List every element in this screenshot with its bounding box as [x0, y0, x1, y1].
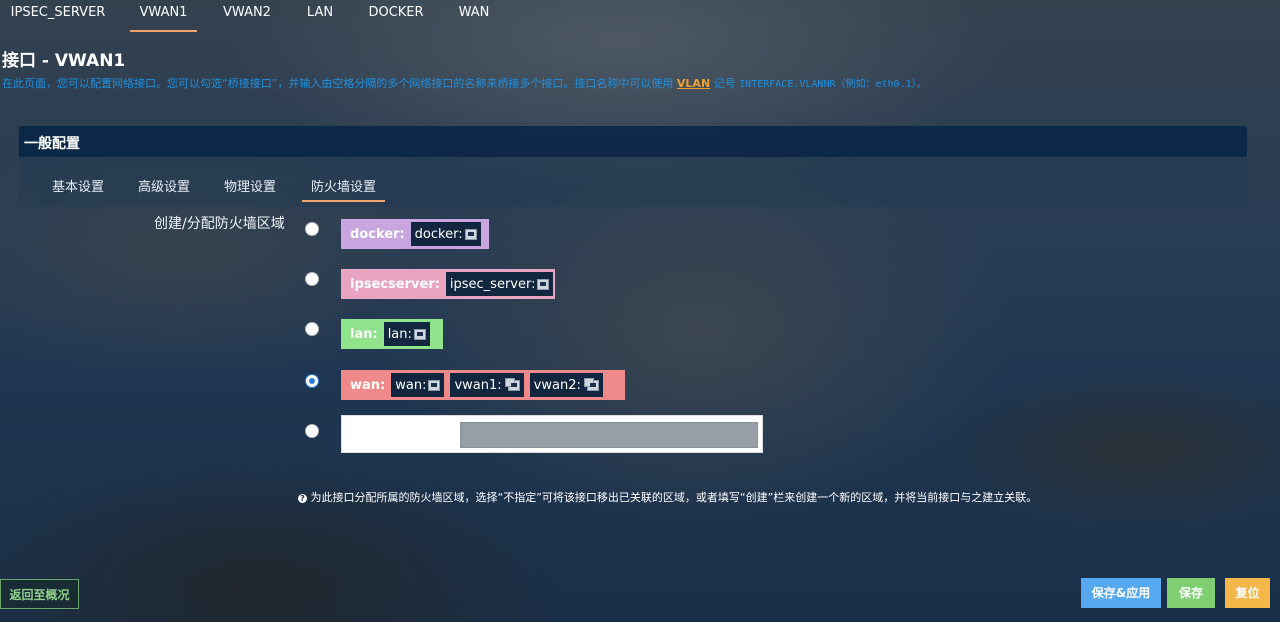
interface-label: ipsec_server:: [449, 276, 536, 292]
zone-option-lan[interactable]: lan: lan:: [341, 319, 443, 349]
tab-vwan2[interactable]: VWAN2: [214, 0, 280, 30]
page-description: 在此页面，您可以配置网络接口。您可以勾选“桥接接口”，并输入由空格分隔的多个网络…: [2, 75, 927, 91]
interface-label: vwan2:: [533, 377, 581, 393]
zone-option-wan[interactable]: wan: wan: vwan1: vwan2:: [341, 370, 625, 400]
subtab-advanced[interactable]: 高级设置: [138, 176, 190, 200]
zone-name: docker:: [350, 226, 405, 242]
zone-name: ipsecserver:: [350, 276, 440, 292]
description-text-mid: 记号: [713, 77, 736, 90]
interface-label: vwan1:: [454, 377, 502, 393]
new-zone-option: 不指定或新建:: [341, 415, 763, 453]
ethernet-port-icon: [413, 328, 426, 340]
firewall-zone-label: 创建/分配防火墙区域: [154, 216, 285, 232]
zone-interface: lan:: [383, 322, 430, 346]
zone-radio-lan[interactable]: [305, 322, 319, 336]
vlan-link[interactable]: VLAN: [677, 77, 710, 90]
zone-radio-docker[interactable]: [305, 222, 319, 236]
help-text: 为此接口分配所属的防火墙区域，选择“不指定”可将该接口移出已关联的区域，或者填写…: [310, 491, 1038, 504]
reset-button[interactable]: 复位: [1225, 578, 1270, 608]
save-button[interactable]: 保存: [1167, 578, 1215, 608]
ethernet-port-icon: [537, 278, 550, 290]
subtab-firewall[interactable]: 防火墙设置: [302, 176, 386, 202]
section-header: 一般配置: [19, 126, 1247, 157]
section-tabs-area: [19, 157, 1247, 207]
description-text: 在此页面，您可以配置网络接口。您可以勾选“桥接接口”，并输入由空格分隔的多个网络…: [2, 77, 674, 90]
ethernet-port-icon: [464, 228, 477, 240]
interface-label: wan:: [395, 377, 427, 393]
zone-option-ipsecserver[interactable]: ipsecserver: ipsec_server:: [341, 269, 555, 299]
interface-tab-bar: IPSEC_SERVER VWAN1 VWAN2 LAN DOCKER WAN: [0, 0, 1280, 32]
tab-wan[interactable]: WAN: [449, 0, 499, 30]
save-apply-button[interactable]: 保存&应用: [1081, 578, 1161, 608]
ethernet-port-icon: [428, 379, 441, 391]
zone-interface: wan:: [391, 373, 445, 397]
zone-name: lan:: [350, 326, 378, 342]
bridge-interface-icon: [504, 377, 520, 391]
tab-lan[interactable]: LAN: [298, 0, 342, 30]
tab-ipsec-server[interactable]: IPSEC_SERVER: [6, 0, 110, 30]
tab-docker[interactable]: DOCKER: [361, 0, 431, 30]
new-zone-input[interactable]: [460, 422, 758, 448]
description-code: INTERFACE.VLANNR（例如：eth0.1）。: [739, 79, 927, 90]
firewall-help: ? 为此接口分配所属的防火墙区域，选择“不指定”可将该接口移出已关联的区域，或者…: [298, 489, 1037, 505]
zone-interface: vwan1:: [450, 373, 524, 397]
back-to-overview-button[interactable]: 返回至概况: [0, 579, 79, 609]
page-title: 接口 - VWAN1: [2, 51, 126, 71]
zone-radio-ipsecserver[interactable]: [305, 272, 319, 286]
subtab-physical[interactable]: 物理设置: [224, 176, 276, 200]
help-circle-icon: ?: [298, 494, 307, 503]
interface-label: lan:: [387, 326, 412, 342]
zone-name: wan:: [350, 377, 386, 393]
tab-vwan1[interactable]: VWAN1: [130, 0, 197, 32]
zone-radio-wan[interactable]: [305, 374, 319, 388]
new-zone-label: 不指定或新建:: [350, 432, 433, 447]
section-title: 一般配置: [24, 136, 80, 152]
zone-option-docker[interactable]: docker: docker:: [341, 219, 489, 249]
zone-interface: docker:: [410, 222, 481, 246]
zone-radio-new[interactable]: [305, 424, 319, 438]
subtab-basic[interactable]: 基本设置: [52, 176, 104, 200]
interface-label: docker:: [414, 226, 463, 242]
bridge-interface-icon: [583, 377, 599, 391]
zone-interface: ipsec_server:: [445, 272, 554, 296]
zone-interface: vwan2:: [529, 373, 603, 397]
